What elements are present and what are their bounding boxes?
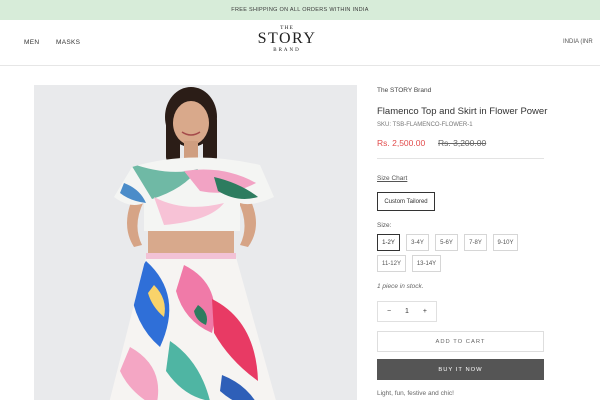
size-chart-link[interactable]: Size Chart [377, 175, 407, 182]
size-option[interactable]: 1-2Y [377, 234, 400, 251]
product-description: Light, fun, festive and chic! [377, 390, 454, 397]
product-title: Flamenco Top and Skirt in Flower Power [377, 106, 548, 117]
size-option[interactable]: 13-14Y [412, 255, 441, 272]
site-header: MEN MASKS THE STORY BRAND INDIA (INR [0, 20, 600, 66]
divider [377, 158, 544, 159]
announcement-text: FREE SHIPPING ON ALL ORDERS WITHIN INDIA [231, 7, 369, 13]
size-option[interactable]: 5-6Y [435, 234, 458, 251]
nav-masks[interactable]: MASKS [56, 39, 80, 46]
logo-bottom-text: BRAND [273, 48, 301, 53]
size-option[interactable]: 11-12Y [377, 255, 406, 272]
size-option[interactable]: 7-8Y [464, 234, 487, 251]
product-photo-illustration [34, 85, 357, 400]
announcement-bar: FREE SHIPPING ON ALL ORDERS WITHIN INDIA [0, 0, 600, 20]
quantity-value[interactable]: 1 [405, 308, 409, 315]
style-option-custom-tailored[interactable]: Custom Tailored [377, 192, 435, 211]
size-option[interactable]: 9-10Y [493, 234, 518, 251]
quantity-minus-button[interactable]: − [387, 308, 391, 315]
quantity-stepper: − 1 + [377, 301, 437, 322]
buy-now-button[interactable]: BUY IT NOW [377, 359, 544, 380]
add-to-cart-button[interactable]: ADD TO CART [377, 331, 544, 352]
size-label: Size: [377, 222, 392, 229]
size-option[interactable]: 3-4Y [406, 234, 429, 251]
compare-at-price: Rs. 3,200.00 [438, 138, 487, 148]
product-sku: SKU: TSB-FLAMENCO-FLOWER-1 [377, 122, 473, 128]
country-selector[interactable]: INDIA (INR [563, 39, 593, 45]
stock-status: 1 piece in stock. [377, 283, 424, 290]
product-image[interactable] [34, 85, 357, 400]
product-vendor[interactable]: The STORY Brand [377, 87, 431, 94]
brand-logo[interactable]: THE STORY BRAND [250, 25, 324, 54]
logo-main-text: STORY [257, 30, 317, 47]
nav-men[interactable]: MEN [24, 39, 39, 46]
quantity-plus-button[interactable]: + [423, 308, 427, 315]
product-price: Rs. 2,500.00 [377, 138, 426, 148]
